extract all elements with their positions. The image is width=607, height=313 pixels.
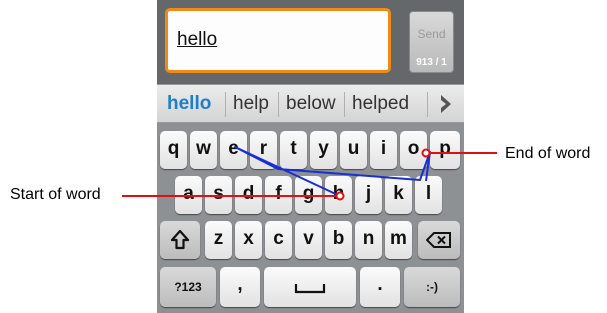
space-icon <box>294 284 326 294</box>
key-e[interactable]: e <box>220 131 247 169</box>
key-r[interactable]: r <box>250 131 277 169</box>
symbols-key[interactable]: ?123 <box>160 267 216 307</box>
key-l[interactable]: l <box>415 176 442 214</box>
suggestion-item[interactable]: below <box>286 93 336 115</box>
key-c[interactable]: c <box>265 221 292 259</box>
key-j[interactable]: j <box>355 176 382 214</box>
backspace-icon <box>425 232 451 248</box>
keyboard: q w e r t y u i o p a s d f g h j k l z … <box>157 123 464 313</box>
key-k[interactable]: k <box>385 176 412 214</box>
key-h[interactable]: h <box>325 176 352 214</box>
shift-key[interactable] <box>160 221 200 259</box>
compose-area: hello Send 913 / 1 <box>157 0 464 84</box>
end-of-word-label: End of word <box>505 145 591 162</box>
message-text: hello <box>177 29 218 50</box>
phone-screen: hello Send 913 / 1 hello help below help… <box>157 0 464 313</box>
suggestion-divider <box>427 92 428 117</box>
key-y[interactable]: y <box>310 131 337 169</box>
key-a[interactable]: a <box>175 176 202 214</box>
key-z[interactable]: z <box>205 221 232 259</box>
backspace-key[interactable] <box>418 221 460 259</box>
suggestion-divider <box>278 92 279 117</box>
key-t[interactable]: t <box>280 131 307 169</box>
key-n[interactable]: n <box>355 221 382 259</box>
key-b[interactable]: b <box>325 221 352 259</box>
key-q[interactable]: q <box>160 131 187 169</box>
suggestion-divider <box>225 92 226 117</box>
key-v[interactable]: v <box>295 221 322 259</box>
key-g[interactable]: g <box>295 176 322 214</box>
key-m[interactable]: m <box>385 221 412 259</box>
comma-key[interactable]: , <box>220 267 260 307</box>
key-s[interactable]: s <box>205 176 232 214</box>
key-f[interactable]: f <box>265 176 292 214</box>
start-of-word-label: Start of word <box>10 186 101 203</box>
key-d[interactable]: d <box>235 176 262 214</box>
send-label: Send <box>417 27 446 41</box>
key-i[interactable]: i <box>370 131 397 169</box>
period-key[interactable]: . <box>360 267 400 307</box>
chevron-right-icon[interactable] <box>438 94 454 114</box>
suggestion-item[interactable]: helped <box>352 93 409 115</box>
character-counter: 913 / 1 <box>416 57 447 68</box>
smiley-key[interactable]: :-) <box>404 267 460 307</box>
suggestion-item[interactable]: help <box>233 93 269 115</box>
key-w[interactable]: w <box>190 131 217 169</box>
shift-icon <box>170 229 190 250</box>
key-u[interactable]: u <box>340 131 367 169</box>
suggestion-item[interactable]: hello <box>167 93 211 115</box>
key-o[interactable]: o <box>400 131 427 169</box>
key-p[interactable]: p <box>430 131 460 169</box>
space-key[interactable] <box>264 267 356 307</box>
message-input[interactable]: hello <box>165 8 391 73</box>
suggestion-bar: hello help below helped <box>157 84 464 123</box>
key-x[interactable]: x <box>235 221 262 259</box>
suggestion-divider <box>344 92 345 117</box>
